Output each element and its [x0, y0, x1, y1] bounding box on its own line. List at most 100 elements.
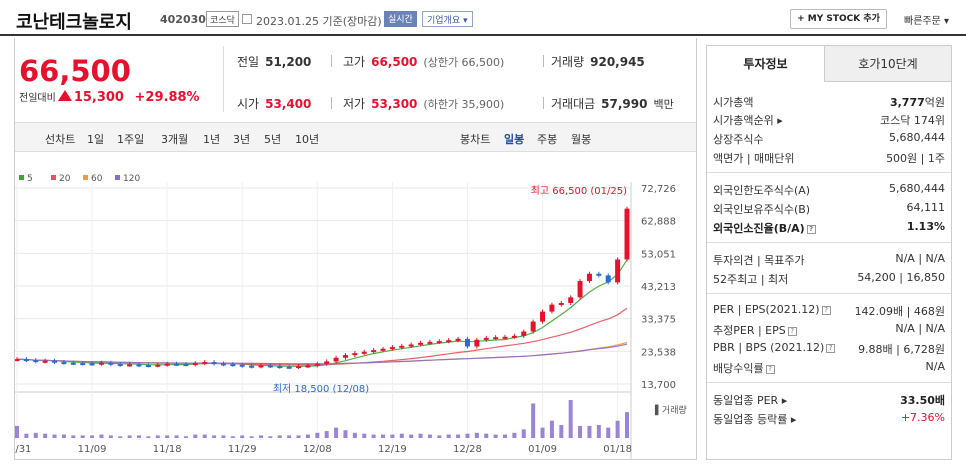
volume-bar — [465, 433, 470, 438]
realtime-button[interactable]: 실시간 — [384, 11, 417, 27]
volume-bar — [437, 435, 442, 438]
legend-swatch — [19, 175, 24, 180]
candle — [80, 363, 86, 366]
volume-bar — [362, 433, 367, 438]
candle — [371, 350, 377, 353]
volume-bar — [615, 420, 620, 438]
y-tick-label: 62,888 — [641, 217, 676, 228]
volume-bar — [80, 435, 85, 438]
candle — [324, 361, 330, 364]
volume-bar — [259, 435, 263, 438]
change-value: 15,300 — [73, 90, 124, 105]
candle — [14, 359, 20, 362]
price-block: 66,500 전일대비 15,300 +29.88% — [15, 38, 223, 120]
foreign-rate-row: 외국인소진율(B/A)? 1.13% — [713, 220, 945, 235]
help-icon[interactable]: ? — [826, 344, 836, 353]
tab-5y[interactable]: 5년 — [264, 131, 281, 147]
candle — [296, 366, 302, 369]
candle — [596, 273, 602, 276]
price-chart: 5 20 60 120 72,726 62,888 53,051 43,213 33,375 23… — [3, 152, 696, 460]
market-badge: 코스닥 — [206, 11, 239, 27]
volume-bar — [446, 434, 451, 438]
candle — [352, 353, 358, 356]
candle — [164, 363, 170, 366]
candle — [267, 365, 273, 368]
tab-monthly[interactable]: 월봉 — [571, 131, 591, 147]
volume-bar — [61, 434, 66, 438]
volume-bar — [212, 435, 217, 438]
volume-legend-label: ▌거래량 — [654, 404, 687, 416]
volume-bar — [399, 433, 404, 438]
ma-line-120 — [16, 343, 628, 365]
candle — [530, 321, 536, 332]
open-price: 시가 53,400 — [237, 97, 312, 111]
candle — [89, 363, 95, 366]
volume-bar — [521, 429, 526, 438]
market-cap-row: 시가총액 3,777억원 — [713, 96, 945, 109]
volume-bar — [165, 435, 170, 438]
candle — [586, 273, 592, 282]
tab-weekly[interactable]: 주봉 — [537, 131, 557, 147]
candle — [70, 362, 76, 365]
fast-order-dropdown[interactable]: 빠른주문 ▾ — [904, 12, 949, 27]
candle — [52, 360, 58, 363]
volume-bar — [343, 430, 348, 438]
help-icon[interactable]: ? — [806, 225, 816, 234]
week52-row: 52주최고 | 최저 54,200 | 16,850 — [713, 271, 945, 286]
tab-orderbook[interactable]: 호가10단계 — [825, 46, 951, 82]
volume-bar — [549, 420, 554, 438]
candle — [239, 364, 245, 367]
volume-bar — [90, 435, 95, 438]
candle — [474, 339, 480, 347]
volume-bar — [625, 412, 629, 438]
tab-10y[interactable]: 10년 — [295, 131, 319, 147]
tab-1w[interactable]: 1주일 — [117, 131, 144, 147]
quote-panel: 66,500 전일대비 15,300 +29.88% 전일 51,200 고가 66,… — [3, 38, 697, 460]
help-icon[interactable]: ? — [821, 306, 831, 315]
candle — [436, 341, 442, 344]
legend-label: 20 — [59, 174, 71, 184]
tab-3y[interactable]: 3년 — [233, 131, 250, 147]
volume-bar — [137, 435, 141, 438]
tab-1d[interactable]: 1일 — [87, 131, 104, 147]
x-tick-label: 11/18 — [153, 444, 182, 455]
candle — [455, 338, 461, 341]
divider — [223, 46, 224, 112]
divider — [331, 97, 332, 109]
help-icon[interactable]: ? — [765, 365, 775, 374]
tab-invest-info[interactable]: 투자정보 — [707, 46, 825, 82]
x-tick-label: 01/09 — [528, 444, 557, 455]
candle — [540, 311, 546, 322]
help-icon[interactable]: ? — [787, 327, 797, 336]
volume-bar — [43, 433, 48, 438]
volume-bar — [390, 434, 395, 438]
volume-bar — [587, 425, 592, 438]
y-tick-label: 53,051 — [641, 249, 676, 260]
volume-bar — [221, 435, 226, 438]
stock-code: 402030 — [160, 13, 206, 26]
high-price: 고가 66,500 (상한가 66,500) — [343, 55, 505, 69]
candle — [305, 365, 311, 368]
up-arrow-icon — [57, 90, 72, 101]
volume-bar — [193, 434, 198, 438]
candle — [202, 362, 208, 365]
quote-date: 2023.01.25 기준(장마감) — [256, 15, 382, 28]
divider — [707, 293, 951, 294]
add-mystock-button[interactable]: + MY STOCK 추가 — [790, 9, 887, 29]
stock-name: 코난테크놀로지 — [16, 12, 132, 33]
volume-bar — [596, 425, 601, 438]
line-chart-label: 선차트 — [45, 133, 76, 146]
tab-1y[interactable]: 1년 — [203, 131, 220, 147]
company-info-dropdown[interactable]: 기업개요 ▾ — [422, 11, 473, 27]
tab-3m[interactable]: 3개월 — [161, 131, 188, 147]
volume-bar — [568, 400, 573, 438]
listed-shares-row: 상장주식수 5,680,444 — [713, 131, 945, 146]
candle — [502, 336, 508, 339]
candle — [145, 365, 151, 368]
volume-bar — [277, 435, 282, 438]
candle — [483, 337, 489, 340]
x-tick-label: 11/29 — [228, 444, 257, 455]
volume-bar — [268, 436, 273, 438]
tab-daily[interactable]: 일봉 — [504, 131, 524, 147]
volume-bar — [155, 435, 160, 438]
